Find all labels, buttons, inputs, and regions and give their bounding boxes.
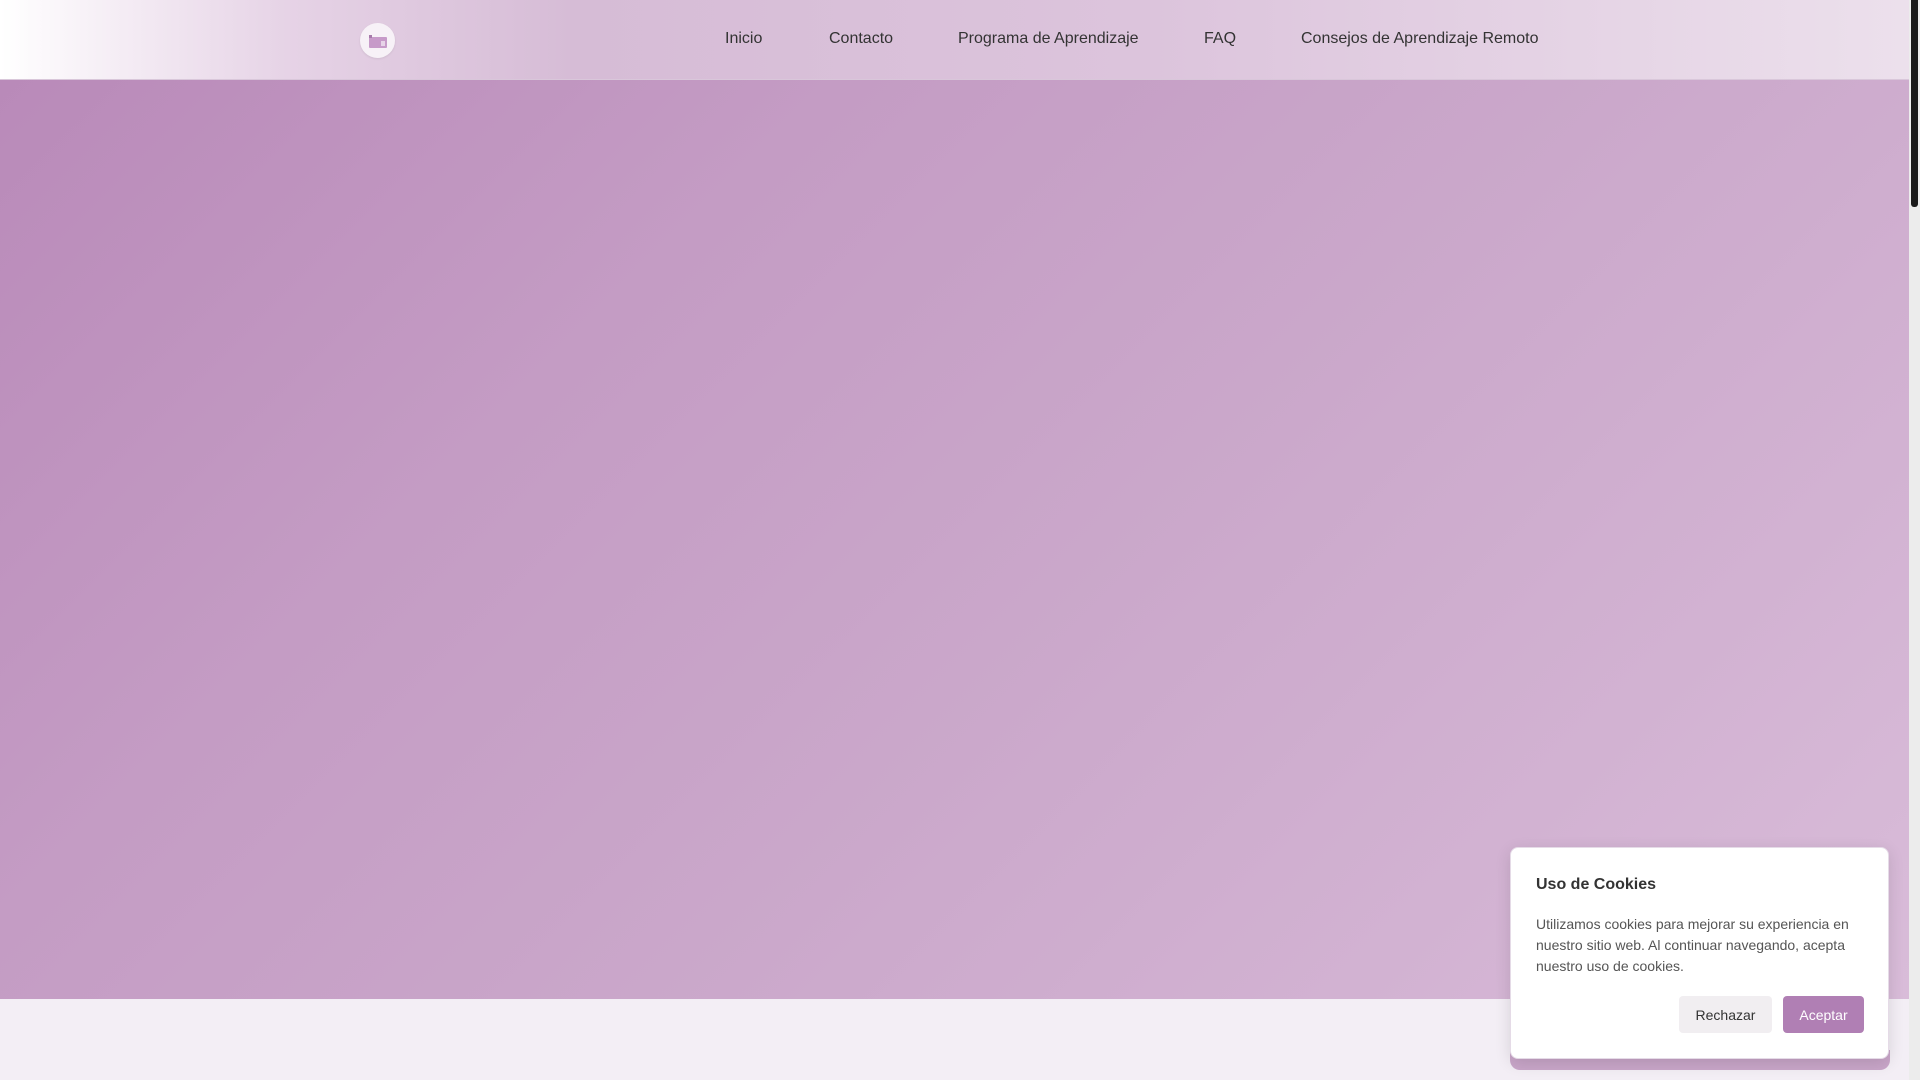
accept-cookies-button[interactable]: Aceptar — [1783, 996, 1864, 1033]
nav-faq[interactable]: FAQ — [1204, 30, 1236, 48]
site-header: Inicio Contacto Programa de Aprendizaje … — [0, 0, 1909, 80]
nav-inicio[interactable]: Inicio — [725, 30, 762, 48]
nav-consejos-aprendizaje-remoto[interactable]: Consejos de Aprendizaje Remoto — [1301, 30, 1538, 48]
nav-programa-aprendizaje[interactable]: Programa de Aprendizaje — [958, 30, 1139, 48]
cookie-banner: Uso de Cookies Utilizamos cookies para m… — [1510, 847, 1889, 1059]
main-nav: Inicio Contacto Programa de Aprendizaje … — [0, 0, 1909, 80]
scrollbar-thumb[interactable] — [1911, 0, 1918, 207]
scrollbar[interactable] — [1909, 0, 1920, 1080]
nav-contacto[interactable]: Contacto — [829, 30, 893, 48]
cookie-banner-message: Utilizamos cookies para mejorar su exper… — [1536, 916, 1849, 974]
reject-cookies-button[interactable]: Rechazar — [1679, 996, 1772, 1033]
page: Inicio Contacto Programa de Aprendizaje … — [0, 0, 1909, 1080]
cookie-banner-title: Uso de Cookies — [1536, 876, 1657, 893]
